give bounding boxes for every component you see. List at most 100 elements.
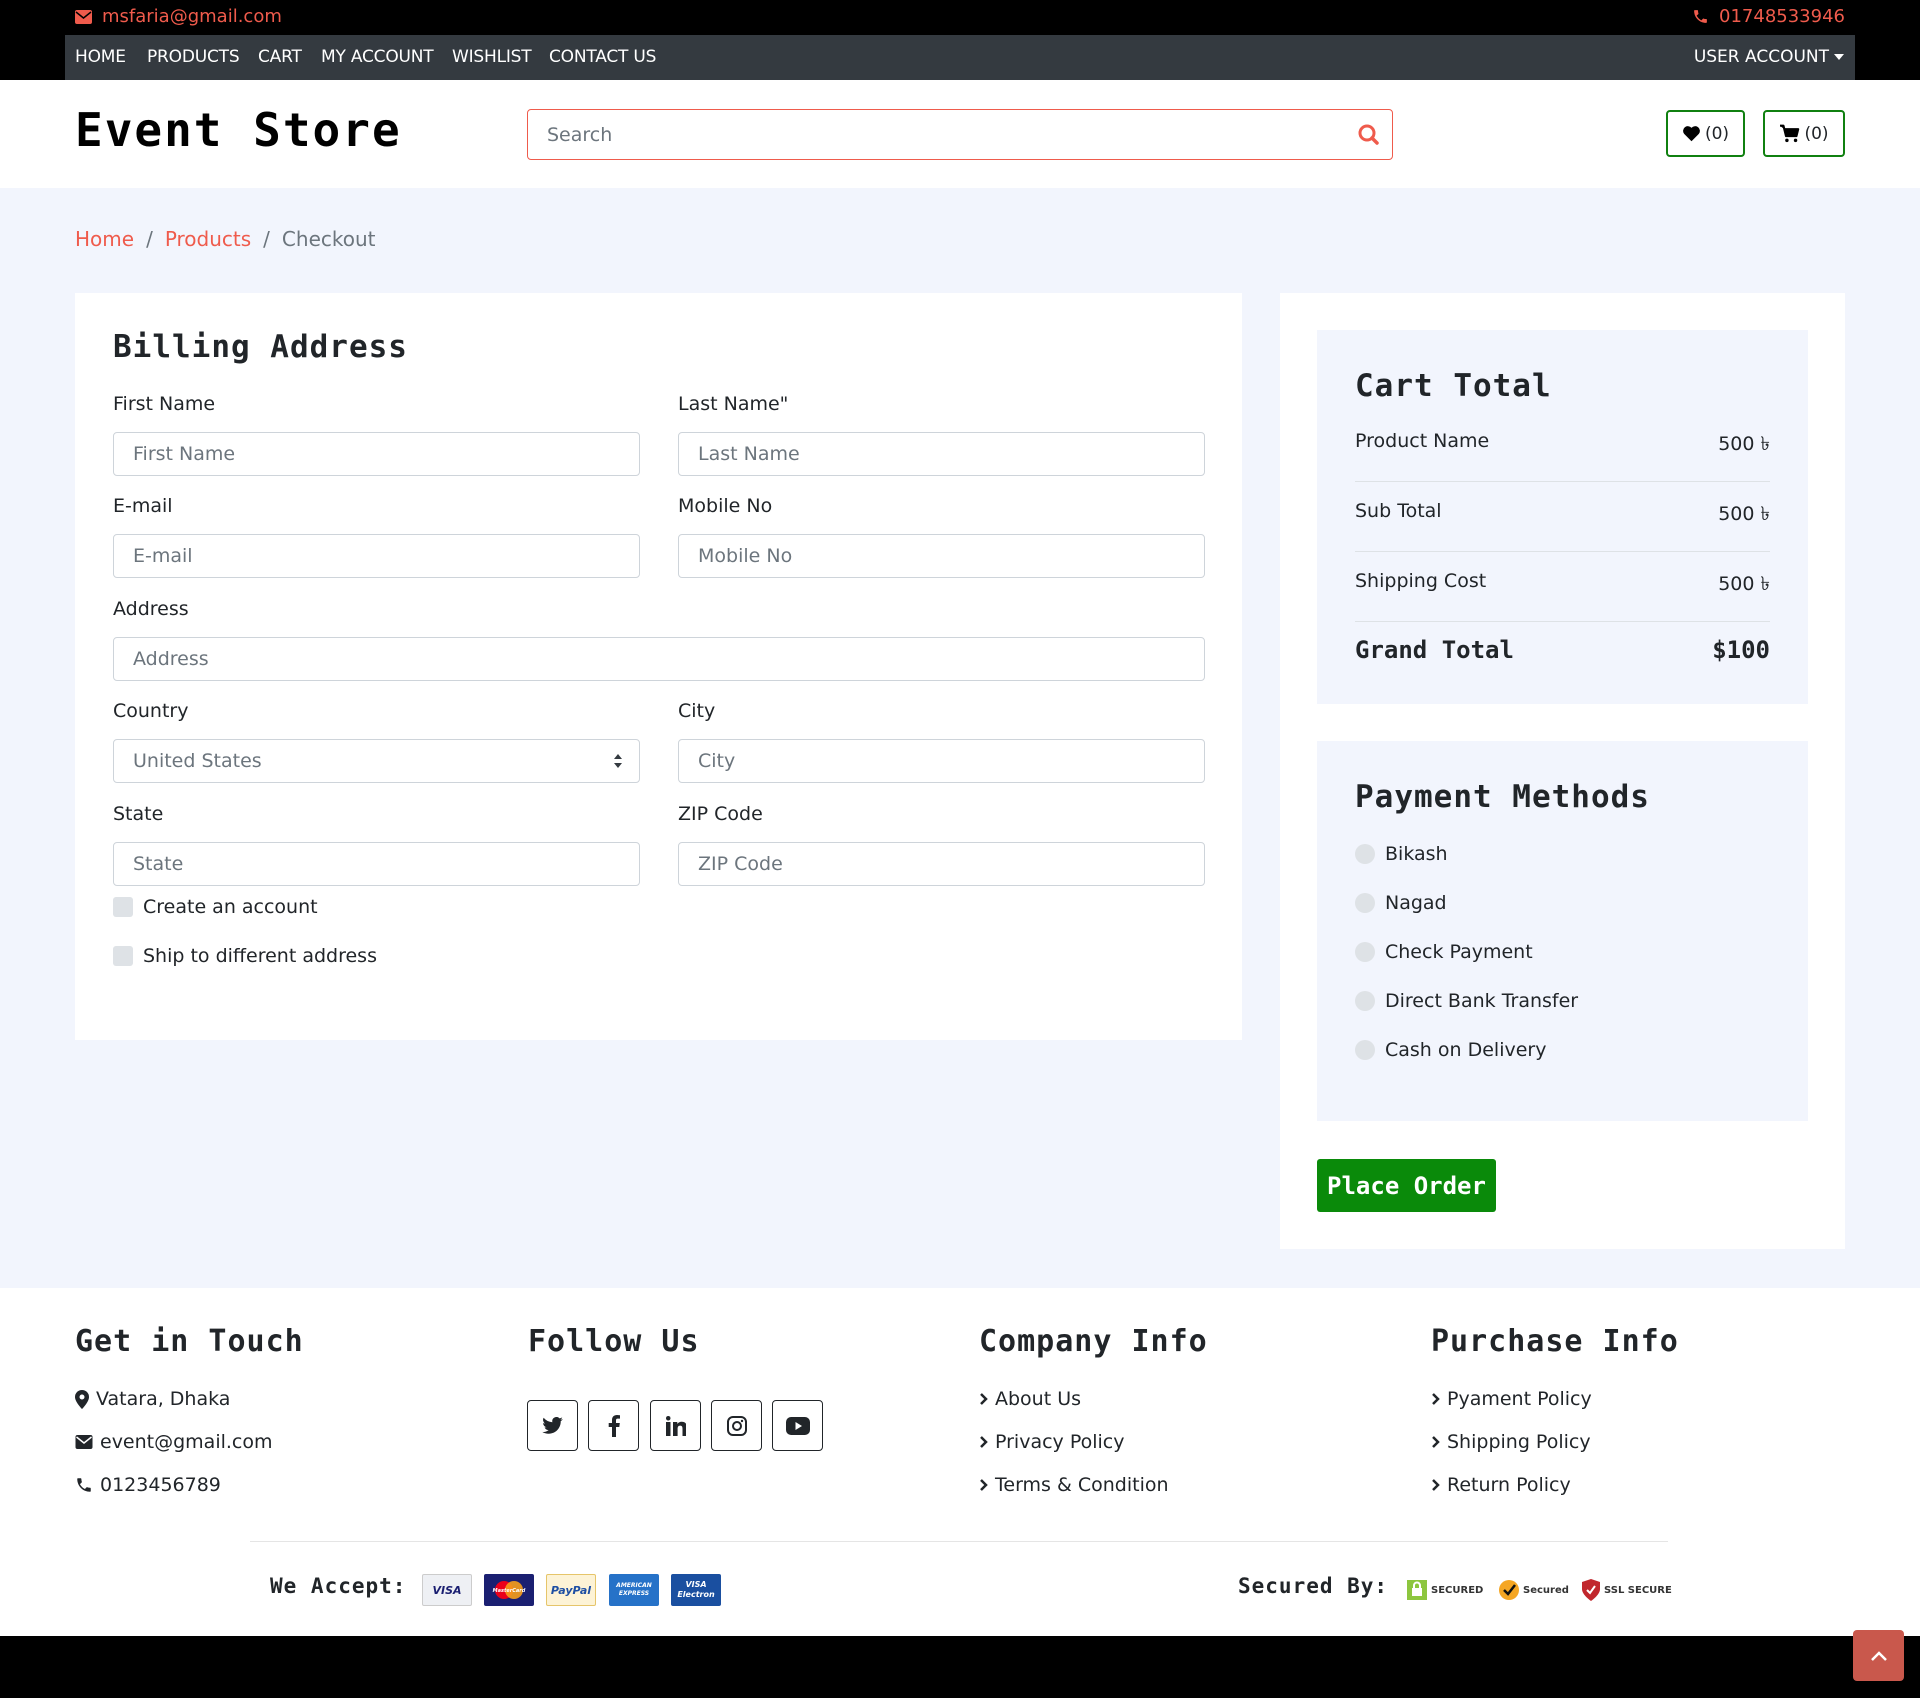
search-icon xyxy=(1358,124,1379,145)
top-email-text: msfaria@gmail.com xyxy=(102,6,282,27)
footer-link-label: Shipping Policy xyxy=(1447,1431,1591,1453)
address-input[interactable] xyxy=(113,637,1205,681)
city-input[interactable] xyxy=(678,739,1205,783)
footer-link-return-policy[interactable]: Return Policy xyxy=(1431,1474,1571,1496)
site-header: Event Store (0) (0) xyxy=(0,80,1920,188)
footer-link-terms[interactable]: Terms & Condition xyxy=(979,1474,1169,1496)
radio-button[interactable] xyxy=(1355,893,1375,913)
ssl-secure-text: SSL SECURE xyxy=(1604,1584,1672,1596)
payment-option-check[interactable]: Check Payment xyxy=(1355,941,1533,963)
visa-electron-icon: VISA Electron xyxy=(671,1574,721,1606)
search-bar xyxy=(527,109,1393,160)
last-name-input[interactable] xyxy=(678,432,1205,476)
linkedin-button[interactable] xyxy=(650,1400,701,1451)
breadcrumb-separator: / xyxy=(146,227,153,251)
nav-contact-us[interactable]: CONTACT US xyxy=(549,47,656,67)
mobile-input[interactable] xyxy=(678,534,1205,578)
ship-different-label: Ship to different address xyxy=(143,945,377,967)
divider xyxy=(1355,481,1770,482)
checkbox-box[interactable] xyxy=(113,897,133,917)
heart-icon xyxy=(1683,126,1700,142)
footer-phone[interactable]: 0123456789 xyxy=(75,1474,221,1496)
visa-card-icon: VISA xyxy=(422,1574,472,1606)
phone-icon xyxy=(77,1478,91,1492)
footer-purchase-title: Purchase Info xyxy=(1431,1324,1679,1359)
radio-button[interactable] xyxy=(1355,1040,1375,1060)
site-logo[interactable]: Event Store xyxy=(75,103,402,157)
cart-row-grand-total: Grand Total $100 xyxy=(1355,636,1770,664)
top-email[interactable]: msfaria@gmail.com xyxy=(75,6,282,27)
cart-row-subtotal: Sub Total 500 ৳ xyxy=(1355,500,1770,532)
create-account-checkbox[interactable]: Create an account xyxy=(113,896,318,918)
first-name-input[interactable] xyxy=(113,432,640,476)
facebook-button[interactable] xyxy=(588,1400,639,1451)
instagram-button[interactable] xyxy=(711,1400,762,1451)
search-button[interactable] xyxy=(1354,120,1384,150)
footer-link-payment-policy[interactable]: Pyament Policy xyxy=(1431,1388,1592,1410)
cart-row-label: Shipping Cost xyxy=(1355,570,1487,592)
wishlist-button[interactable]: (0) xyxy=(1666,110,1745,157)
mastercard-icon: MasterCard xyxy=(484,1574,534,1606)
site-footer: Get in Touch Vatara, Dhaka event@gmail.c… xyxy=(0,1288,1920,1636)
envelope-icon xyxy=(75,9,92,24)
state-input[interactable] xyxy=(113,842,640,886)
chevron-right-icon xyxy=(1432,1479,1440,1491)
chevron-right-icon xyxy=(980,1436,988,1448)
radio-button[interactable] xyxy=(1355,942,1375,962)
secured-seal-text: SECURED xyxy=(1431,1584,1484,1596)
footer-link-label: Pyament Policy xyxy=(1447,1388,1592,1410)
paypal-icon: PayPal xyxy=(546,1574,596,1606)
footer-link-about[interactable]: About Us xyxy=(979,1388,1081,1410)
radio-button[interactable] xyxy=(1355,844,1375,864)
user-account-dropdown[interactable]: USER ACCOUNT xyxy=(1694,47,1844,67)
footer-link-privacy[interactable]: Privacy Policy xyxy=(979,1431,1124,1453)
nav-my-account[interactable]: MY ACCOUNT xyxy=(321,47,434,67)
cart-button[interactable]: (0) xyxy=(1763,110,1845,157)
payment-option-label: Direct Bank Transfer xyxy=(1385,990,1579,1012)
checkmark-badge-icon xyxy=(1499,1580,1519,1600)
cart-row-value: 500 ৳ xyxy=(1718,503,1770,525)
footer-email[interactable]: event@gmail.com xyxy=(75,1431,273,1453)
radio-button[interactable] xyxy=(1355,991,1375,1011)
twitter-button[interactable] xyxy=(527,1400,578,1451)
nav-wishlist[interactable]: WISHLIST xyxy=(452,47,532,67)
payment-option-cod[interactable]: Cash on Delivery xyxy=(1355,1039,1546,1061)
payment-option-bikash[interactable]: Bikash xyxy=(1355,843,1448,865)
breadcrumb-checkout: Checkout xyxy=(281,227,376,251)
nav-products[interactable]: PRODUCTS xyxy=(147,47,240,67)
zip-input[interactable] xyxy=(678,842,1205,886)
secured-seal-icon: SECURED xyxy=(1406,1575,1483,1605)
chevron-up-icon xyxy=(1870,1650,1887,1661)
breadcrumb-products[interactable]: Products xyxy=(165,227,251,251)
footer-link-label: Return Policy xyxy=(1447,1474,1571,1496)
cart-count: (0) xyxy=(1804,123,1829,144)
mastercard-label: MasterCard xyxy=(493,1588,526,1594)
checkbox-box[interactable] xyxy=(113,946,133,966)
ssl-secure-seal-icon: SSL SECURE xyxy=(1581,1575,1672,1605)
back-to-top-button[interactable] xyxy=(1853,1630,1904,1681)
payment-option-bank-transfer[interactable]: Direct Bank Transfer xyxy=(1355,990,1578,1012)
breadcrumb-home[interactable]: Home xyxy=(75,227,134,251)
payment-option-label: Check Payment xyxy=(1385,941,1533,963)
caret-down-icon xyxy=(1834,54,1844,60)
nav-home[interactable]: HOME xyxy=(75,47,126,67)
address-label: Address xyxy=(113,598,189,620)
secured-by-label: Secured By: xyxy=(1238,1574,1389,1598)
place-order-button[interactable]: Place Order xyxy=(1317,1159,1496,1212)
footer-link-shipping-policy[interactable]: Shipping Policy xyxy=(1431,1431,1591,1453)
youtube-button[interactable] xyxy=(772,1400,823,1451)
country-select[interactable]: United States xyxy=(113,739,640,783)
ship-different-checkbox[interactable]: Ship to different address xyxy=(113,945,377,967)
create-account-label: Create an account xyxy=(143,896,318,918)
chevron-right-icon xyxy=(980,1479,988,1491)
footer-link-label: About Us xyxy=(995,1388,1082,1410)
payment-option-nagad[interactable]: Nagad xyxy=(1355,892,1447,914)
amex-icon: AMERICAN EXPRESS xyxy=(609,1574,659,1606)
email-input[interactable] xyxy=(113,534,640,578)
chevron-right-icon xyxy=(980,1393,988,1405)
top-phone[interactable]: 01748533946 xyxy=(1692,6,1845,27)
city-label: City xyxy=(678,700,716,722)
nav-cart[interactable]: CART xyxy=(258,47,302,67)
search-input[interactable] xyxy=(528,110,1328,159)
grand-total-value: $100 xyxy=(1712,636,1770,664)
